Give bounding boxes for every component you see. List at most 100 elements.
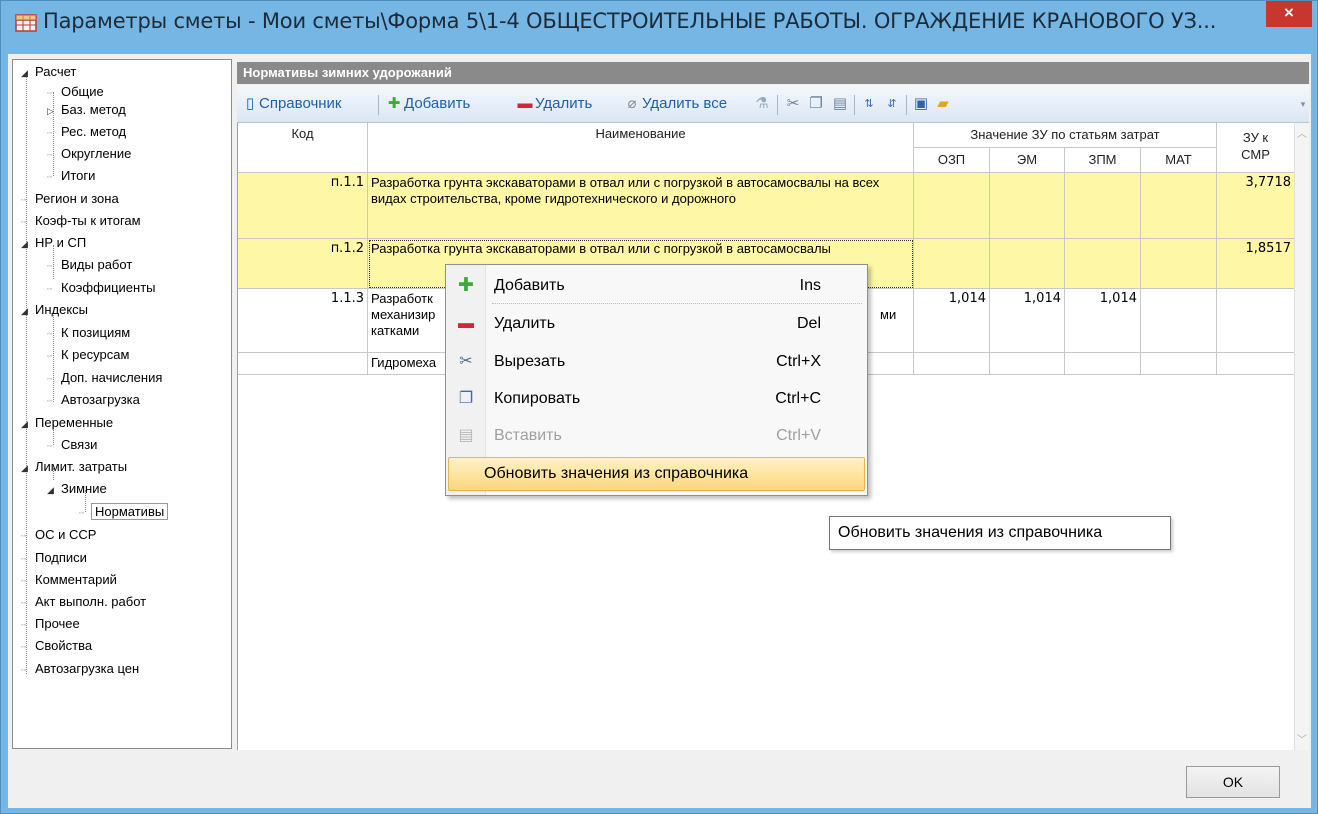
menu-item-add[interactable]: ✚ Добавить Ins (448, 268, 865, 304)
collapse-arrow-icon[interactable]: ◢ (21, 235, 33, 253)
header-zpm[interactable]: ЗПМ (1065, 148, 1141, 173)
cell-mat[interactable] (1141, 239, 1217, 289)
tree-item-act[interactable]: ┈ Акт выполн. работ (21, 593, 148, 611)
menu-item-paste[interactable]: ▤ Вставить Ctrl+V (448, 418, 865, 454)
tree-item-links[interactable]: ┈ Связи (47, 436, 99, 454)
sort-alpha-icon[interactable]: ⇵ (883, 95, 901, 113)
collapse-arrow-icon[interactable]: ◢ (21, 459, 33, 477)
reference-button[interactable]: Справочник (259, 93, 342, 115)
tree-item-os-ssr[interactable]: ┈ ОС и ССР (21, 526, 98, 544)
tree-item-properties[interactable]: ┈ Свойства (21, 637, 94, 655)
cell-em[interactable] (990, 173, 1065, 239)
tree-item-label: Автозагрузка цен (35, 661, 140, 676)
collapse-arrow-icon[interactable]: ◢ (47, 481, 59, 499)
tree-item-norms[interactable]: ┈ Нормативы (79, 503, 169, 521)
delete-all-button[interactable]: Удалить все (642, 93, 727, 115)
close-button[interactable]: × (1266, 1, 1312, 27)
tree-item-label: Расчет (35, 64, 77, 79)
tree-item-nr-sp[interactable]: ◢ НР и СП (21, 234, 88, 252)
cell-mat[interactable] (1141, 173, 1217, 239)
cell-zu[interactable]: 1,8517 (1217, 239, 1295, 289)
cell-zpm[interactable] (1065, 353, 1141, 375)
expand-arrow-icon[interactable]: ▷ (47, 102, 59, 120)
tree-item-price-autoload[interactable]: ┈ Автозагрузка цен (21, 660, 141, 678)
tree-item-base-method[interactable]: ▷ Баз. метод (47, 101, 128, 119)
tree-item-rounding[interactable]: ┈ Округление (47, 145, 133, 163)
header-zu-smr[interactable]: ЗУ к СМР (1217, 123, 1295, 173)
collapse-arrow-icon[interactable]: ◢ (21, 415, 33, 433)
ok-button[interactable]: OK (1186, 766, 1280, 798)
cell-code[interactable]: п.1.1 (238, 173, 368, 239)
toolbar-overflow-icon[interactable]: ▾ (1294, 95, 1312, 113)
cell-zu[interactable] (1217, 289, 1295, 353)
collapse-arrow-icon[interactable]: ◢ (21, 64, 33, 82)
cell-ozp[interactable] (914, 353, 990, 375)
tree-item-other[interactable]: ┈ Прочее (21, 615, 82, 633)
cell-zpm[interactable]: 1,014 (1065, 289, 1141, 353)
tree-item-comment[interactable]: ┈ Комментарий (21, 571, 119, 589)
cell-mat[interactable] (1141, 289, 1217, 353)
cell-zu[interactable]: 3,7718 (1217, 173, 1295, 239)
scroll-up-icon[interactable]: ︿ (1297, 125, 1307, 140)
filter-icon[interactable]: ⚗ (753, 95, 771, 113)
tree-item-to-resources[interactable]: ┈ К ресурсам (47, 346, 131, 364)
tree-item-to-positions[interactable]: ┈ К позициям (47, 324, 132, 342)
cell-zpm[interactable] (1065, 173, 1141, 239)
header-mat[interactable]: МАТ (1141, 148, 1217, 173)
tree-branch-icon: ┈ (21, 642, 27, 652)
cell-em[interactable] (990, 239, 1065, 289)
header-zu-line: ЗУ к (1242, 130, 1269, 145)
tree-item-coefficients[interactable]: ┈ Коэффициенты (47, 279, 158, 297)
cell-code[interactable]: 1.1.3 (238, 289, 368, 353)
collapse-arrow-icon[interactable]: ◢ (21, 302, 33, 320)
tree-item-variables[interactable]: ◢ Переменные (21, 414, 115, 432)
cell-zu[interactable] (1217, 353, 1295, 375)
cell-mat[interactable] (1141, 353, 1217, 375)
menu-item-cut[interactable]: ✂ Вырезать Ctrl+X (448, 344, 865, 380)
delete-button[interactable]: Удалить (535, 93, 592, 115)
tree-item-general[interactable]: ┈ Общие (47, 83, 106, 101)
tree-item-region-zone[interactable]: ┈ Регион и зона (21, 190, 121, 208)
header-code[interactable]: Код (238, 123, 368, 173)
menu-item-shortcut: Ctrl+V (776, 427, 821, 444)
header-em[interactable]: ЭМ (990, 148, 1065, 173)
cell-ozp[interactable] (914, 239, 990, 289)
cell-ozp[interactable]: 1,014 (914, 289, 990, 353)
tree-item-autoload[interactable]: ┈ Автозагрузка (47, 391, 142, 409)
add-button[interactable]: Добавить (404, 93, 470, 115)
cell-em[interactable] (990, 353, 1065, 375)
header-ozp[interactable]: ОЗП (914, 148, 990, 173)
grid-scrollbar[interactable]: ︿ ﹀ (1294, 123, 1309, 750)
tree-item-extra-charges[interactable]: ┈ Доп. начисления (47, 369, 164, 387)
tree-item-totals[interactable]: ┈ Итоги (47, 167, 97, 185)
save-icon[interactable]: ▣ (912, 95, 930, 113)
settings-tree[interactable]: ◢ Расчет ┈ Общие ▷ Баз. метод ┈ Рес. метод ┈ Окру… (12, 59, 232, 749)
cell-code[interactable]: п.1.2 (238, 239, 368, 289)
scroll-down-icon[interactable]: ﹀ (1297, 731, 1307, 746)
tree-item-calc[interactable]: ◢ Расчет (21, 63, 78, 81)
cell-zpm[interactable] (1065, 239, 1141, 289)
title-bar[interactable]: Параметры сметы - Мои сметы\Форма 5\1-4 … (1, 1, 1317, 45)
tree-item-winter[interactable]: ◢ Зимние (47, 480, 109, 498)
menu-item-delete[interactable]: ▬ Удалить Del (448, 306, 865, 342)
tree-item-work-types[interactable]: ┈ Виды работ (47, 256, 134, 274)
cell-code[interactable] (238, 353, 368, 375)
menu-item-copy[interactable]: ❐ Копировать Ctrl+C (448, 381, 865, 417)
cell-em[interactable]: 1,014 (990, 289, 1065, 353)
folder-icon[interactable]: ▰ (934, 95, 952, 113)
tree-item-res-method[interactable]: ┈ Рес. метод (47, 123, 128, 141)
tree-item-label: Округление (61, 146, 132, 161)
tree-item-signatures[interactable]: ┈ Подписи (21, 549, 89, 567)
menu-item-refresh-from-reference[interactable]: Обновить значения из справочника (448, 457, 865, 491)
cell-name[interactable]: Разработка грунта экскаваторами в отвал … (368, 173, 914, 239)
tree-item-total-coefs[interactable]: ┈ Коэф-ты к итогам (21, 212, 143, 230)
copy-icon[interactable]: ❐ (807, 95, 825, 113)
tree-item-label: Подписи (35, 550, 87, 565)
tree-item-indexes[interactable]: ◢ Индексы (21, 301, 90, 319)
tree-item-limit-costs[interactable]: ◢ Лимит. затраты (21, 458, 129, 476)
paste-icon[interactable]: ▤ (831, 95, 849, 113)
sort-numeric-icon[interactable]: ⇅ (860, 95, 878, 113)
cut-icon[interactable]: ✂ (784, 95, 802, 113)
header-name[interactable]: Наименование (368, 123, 914, 173)
cell-ozp[interactable] (914, 173, 990, 239)
